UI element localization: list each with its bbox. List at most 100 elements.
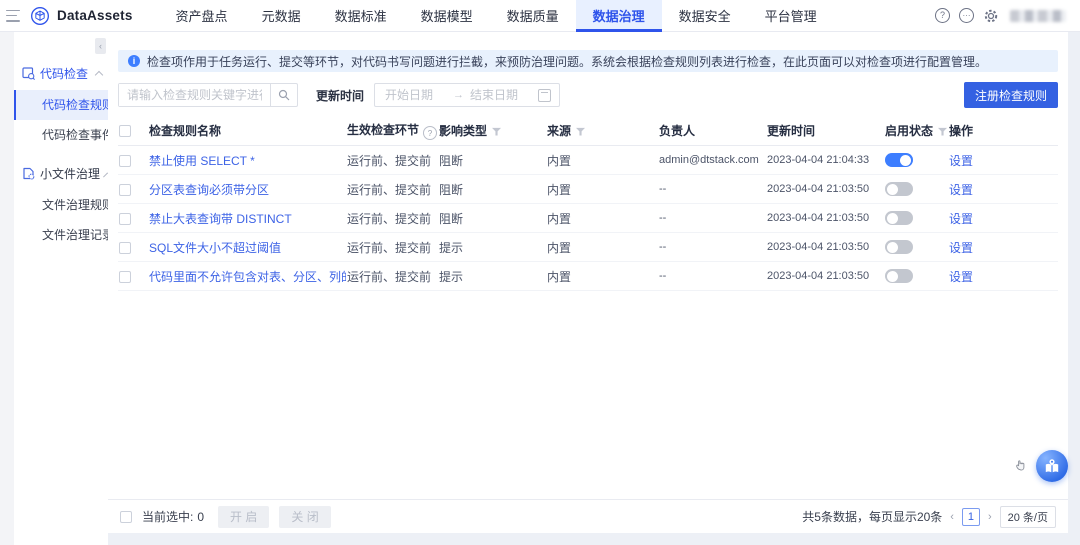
sidebar-item-1-1[interactable]: 文件治理记录 (14, 220, 114, 250)
nav-item-4[interactable]: 数据质量 (490, 0, 576, 31)
filter-icon[interactable] (492, 127, 502, 136)
rule-name-link[interactable]: 禁止使用 SELECT * (149, 154, 255, 168)
rule-name-cell: 禁止使用 SELECT * (148, 145, 346, 175)
help-icon[interactable]: ? (935, 8, 950, 23)
end-date-input[interactable] (468, 87, 535, 103)
rule-name-link[interactable]: 分区表查询必须带分区 (149, 183, 269, 197)
sidebar-item-1-0[interactable]: 文件治理规则 (14, 190, 114, 220)
search-input[interactable] (119, 84, 270, 106)
sidebar-item-0-0[interactable]: 代码检查规则 (14, 90, 114, 120)
info-icon: i (128, 55, 140, 67)
disable-button[interactable]: 关 闭 (279, 505, 331, 528)
enable-toggle[interactable] (885, 269, 913, 284)
sidebar-group-0[interactable]: 代码检查 (14, 56, 108, 90)
calendar-icon[interactable] (538, 88, 552, 102)
rule-status-cell (884, 203, 948, 233)
message-icon[interactable]: ··· (959, 8, 974, 23)
row-checkbox-cell (118, 174, 148, 204)
settings-link[interactable]: 设置 (949, 241, 973, 255)
toggle-knob (887, 270, 898, 282)
toggle-knob (887, 241, 898, 253)
rule-impact-cell: 阻断 (438, 174, 546, 204)
row-checkbox[interactable] (119, 154, 131, 167)
select-all-checkbox[interactable] (119, 125, 131, 138)
enable-toggle[interactable] (885, 240, 913, 255)
header-actions: ? ··· (935, 8, 1080, 24)
hamburger-menu-icon[interactable] (6, 9, 20, 22)
start-date-input[interactable] (383, 87, 450, 103)
rule-name-link[interactable]: SQL文件大小不超过阈值 (149, 241, 281, 255)
filter-toolbar: 更新时间 → 注册检查规则 (118, 82, 1058, 108)
rule-status-cell (884, 174, 948, 204)
column-header-label: 负责人 (659, 124, 696, 138)
row-checkbox-cell (118, 145, 148, 175)
column-header-label: 启用状态 (885, 124, 934, 138)
sidebar-group-1[interactable]: 小文件治理 (14, 156, 108, 190)
chevron-up-icon (94, 70, 104, 79)
sidebar-collapse-icon[interactable]: ‹ (95, 38, 106, 54)
nav-item-6[interactable]: 数据安全 (662, 0, 748, 31)
rule-source-cell: 内置 (546, 261, 658, 291)
rule-name-link[interactable]: 代码里面不允许包含对表、分区、列的DDL 语句，除了新... (149, 270, 346, 284)
update-time-label: 更新时间 (316, 88, 365, 103)
rule-stage-cell: 运行前、提交前 (346, 174, 438, 204)
column-header-label: 影响类型 (439, 124, 488, 138)
table-row: 禁止大表查询带 DISTINCT 运行前、提交前 阻断 内置 -- 2023-04-04 … (118, 203, 1058, 233)
filter-icon[interactable] (576, 127, 586, 136)
rule-stage-cell: 运行前、提交前 (346, 145, 438, 175)
settings-link[interactable]: 设置 (949, 212, 973, 226)
enable-toggle[interactable] (885, 182, 913, 197)
search-icon[interactable] (270, 84, 297, 106)
settings-link[interactable]: 设置 (949, 154, 973, 168)
row-checkbox[interactable] (119, 241, 131, 254)
settings-link[interactable]: 设置 (949, 183, 973, 197)
enable-button[interactable]: 开 启 (218, 505, 270, 528)
rule-impact-cell: 提示 (438, 261, 546, 291)
rule-action-cell: 设置 (948, 261, 1058, 291)
prev-page-icon[interactable]: ‹ (950, 511, 954, 523)
row-checkbox[interactable] (119, 270, 131, 283)
toggle-knob (900, 154, 911, 166)
select-all-footer-checkbox[interactable] (120, 510, 132, 523)
current-page[interactable]: 1 (961, 507, 980, 526)
row-checkbox[interactable] (119, 183, 131, 196)
file-governance-icon (22, 167, 35, 180)
nav-item-0[interactable]: 资产盘点 (159, 0, 245, 31)
sidebar-item-0-1[interactable]: 代码检查事件 (14, 120, 114, 150)
page-size-select[interactable]: 20 条/页 (999, 505, 1056, 528)
nav-item-3[interactable]: 数据模型 (404, 0, 490, 31)
toggle-knob (887, 183, 898, 195)
next-page-icon[interactable]: › (988, 511, 992, 523)
rule-source-cell: 内置 (546, 203, 658, 233)
primary-nav: 资产盘点 元数据 数据标准 数据模型 数据质量 数据治理 数据安全 平台管理 (159, 0, 834, 32)
column-header-3: 来源 (546, 116, 658, 146)
user-avatar-blurred[interactable] (1010, 9, 1066, 22)
rule-name-link[interactable]: 禁止大表查询带 DISTINCT (149, 212, 292, 226)
settings-gear-icon[interactable] (983, 8, 999, 24)
register-rule-button[interactable]: 注册检查规则 (963, 82, 1058, 108)
rule-action-cell: 设置 (948, 174, 1058, 204)
question-circle-icon[interactable]: ? (423, 126, 438, 141)
table-row: 代码里面不允许包含对表、分区、列的DDL 语句，除了新...运行前、提交前提示内… (118, 261, 1058, 291)
nav-item-7[interactable]: 平台管理 (748, 0, 834, 31)
rule-name-cell: 禁止大表查询带 DISTINCT (148, 203, 346, 233)
date-range-picker: → (374, 83, 561, 107)
table-row: 禁止使用 SELECT * 运行前、提交前 阻断 内置 admin@dtstack.co… (118, 145, 1058, 175)
nav-item-5[interactable]: 数据治理 (575, 0, 662, 32)
table-header-row: 检查规则名称 生效检查环节? 影响类型 来源 负责人 更新时间 启用状态 操作 (118, 116, 1058, 146)
app-window: { "colors": { "accent": "#2f54eb", "prim… (0, 0, 1080, 545)
nav-item-2[interactable]: 数据标准 (318, 0, 404, 31)
enable-toggle[interactable] (885, 153, 913, 168)
selected-count: 0 (197, 509, 205, 524)
rule-updated-cell: 2023-04-04 21:03:50 (766, 203, 884, 233)
table-row: 分区表查询必须带分区 运行前、提交前 阻断 内置 -- 2023-04-04 21:03:… (118, 174, 1058, 204)
nav-item-1[interactable]: 元数据 (245, 0, 318, 31)
settings-link[interactable]: 设置 (949, 270, 973, 284)
filter-icon[interactable] (938, 127, 948, 136)
guide-book-pin-icon (1045, 459, 1059, 473)
guide-float-button[interactable] (1036, 450, 1068, 482)
row-checkbox[interactable] (119, 212, 131, 225)
enable-toggle[interactable] (885, 211, 913, 226)
rule-impact-cell: 提示 (438, 232, 546, 262)
pagination: 共5条数据，每页显示20条 ‹ 1 › 20 条/页 (802, 505, 1056, 528)
